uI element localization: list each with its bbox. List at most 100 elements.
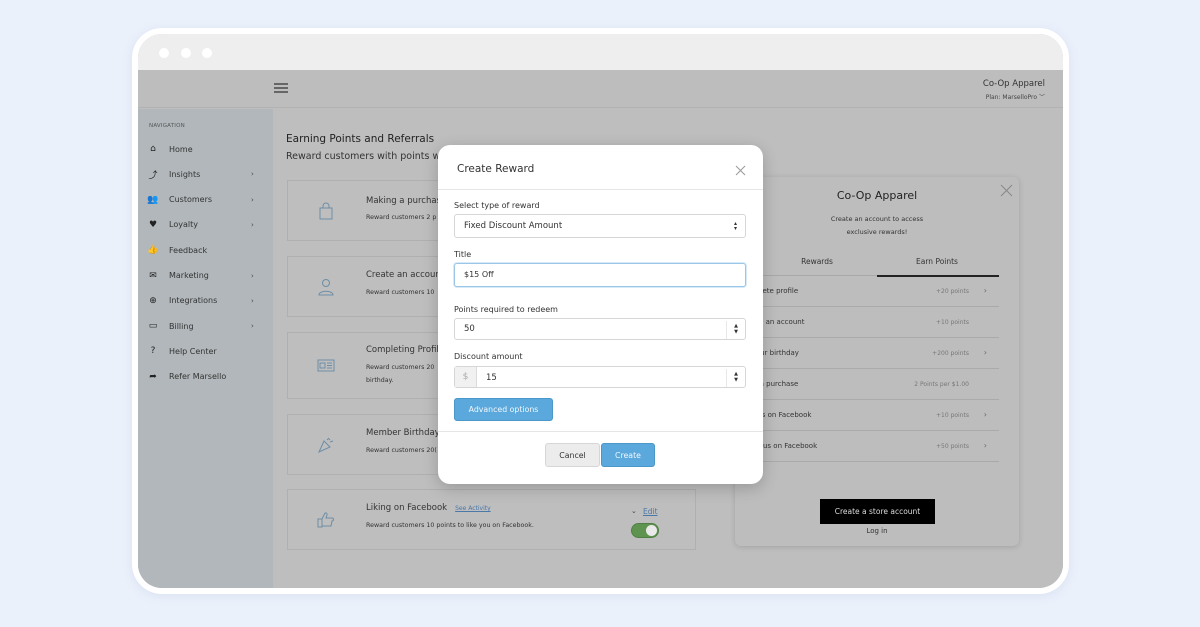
shopping-bag-icon [319, 202, 333, 220]
card-title: Member Birthday [366, 428, 440, 438]
sidebar-item-label: Home [169, 144, 193, 154]
earning-card-facebook-like[interactable]: Liking on Facebook See Activity Reward cu… [287, 489, 696, 550]
points-input[interactable]: 50 ▲ ▼ [454, 318, 746, 340]
login-link[interactable]: Log in [735, 527, 1019, 535]
plus-circle-icon: ⊕ [149, 295, 157, 306]
card-title: Create an account [366, 270, 445, 280]
title-input[interactable]: $15 Off [454, 263, 746, 287]
top-bar: Co-Op Apparel Plan: MarselloPro ﹀ [138, 70, 1063, 108]
window-maximize-dot[interactable] [202, 48, 212, 58]
earn-points-row[interactable]: reate an account +10 points [745, 307, 999, 338]
sidebar-item-insights[interactable]: ⤴ Insights › [138, 164, 273, 184]
close-icon[interactable] [735, 165, 746, 176]
store-name: Co-Op Apparel [982, 79, 1045, 89]
chevron-right-icon: › [983, 286, 987, 295]
card-description: Reward customers 20( [366, 447, 437, 454]
sidebar-item-label: Feedback [169, 245, 208, 255]
chevron-right-icon: › [251, 271, 254, 280]
page-subtitle: Reward customers with points wh [286, 151, 447, 162]
tab-earn-points[interactable]: Earn Points [877, 257, 997, 266]
chevron-right-icon: › [251, 322, 254, 331]
card-description: Reward customers 10 points to like you o… [366, 522, 534, 529]
page-title: Earning Points and Referrals [286, 133, 435, 145]
heart-icon: ♥ [148, 219, 158, 230]
sidebar-item-home[interactable]: ⌂ Home [138, 139, 273, 159]
sidebar-item-label: Refer Marsello [169, 372, 227, 382]
chevron-down-icon: ﹀ [1038, 94, 1045, 101]
reward-type-select[interactable]: Fixed Discount Amount ▴ ▾ [454, 214, 746, 238]
earn-row-points: +10 points [936, 412, 969, 419]
toggle-knob [646, 525, 657, 536]
sidebar-item-label: Help Center [169, 346, 217, 356]
earn-points-row[interactable]: hare us on Facebook +50 points › [745, 431, 999, 462]
trend-icon: ⤴ [148, 170, 158, 181]
title-bar [138, 34, 1063, 70]
sidebar-item-loyalty[interactable]: ♥ Loyalty › [138, 215, 273, 235]
create-reward-modal: Create Reward Select type of reward Fixe… [438, 145, 763, 484]
discount-label: Discount amount [454, 352, 523, 361]
sidebar-item-help-center[interactable]: ? Help Center [138, 341, 273, 361]
earn-points-row[interactable]: ake a purchase 2 Points per $1.00 [745, 369, 999, 400]
sidebar-item-refer-marsello[interactable]: ➦ Refer Marsello [138, 367, 273, 387]
chevron-right-icon: › [983, 410, 987, 419]
modal-header-divider [438, 189, 763, 190]
envelope-icon: ✉ [149, 270, 157, 281]
sidebar-item-marketing[interactable]: ✉ Marketing › [138, 266, 273, 286]
earn-points-row[interactable]: n your birthday +200 points › [745, 338, 999, 369]
earn-points-row[interactable]: omplete profile +20 points › [745, 276, 999, 307]
discount-input-value: 15 [486, 373, 497, 383]
window-close-dot[interactable] [159, 48, 169, 58]
card-title: Making a purchas [366, 196, 442, 206]
number-stepper-icon[interactable]: ▲ ▼ [732, 371, 740, 383]
sidebar-item-label: Customers [169, 195, 213, 205]
sidebar-item-label: Marketing [169, 271, 209, 280]
sidebar: NAVIGATION ⌂ Home ⤴ Insights › 👥 Customers › ♥ Lo… [138, 109, 273, 588]
card-title: Completing Profil [366, 345, 439, 355]
sidebar-item-feedback[interactable]: 👍 Feedback [138, 240, 273, 260]
card-title: Liking on Facebook [366, 503, 448, 513]
modal-footer-divider [438, 431, 763, 432]
window-minimize-dot[interactable] [181, 48, 191, 58]
reward-type-value: Fixed Discount Amount [464, 221, 563, 231]
title-label: Title [454, 250, 472, 259]
sidebar-item-billing[interactable]: ▭ Billing › [138, 316, 273, 336]
earn-row-points: +50 points [936, 443, 969, 450]
thumbs-up-icon: 👍 [147, 245, 159, 256]
card-description-line2: birthday. [366, 377, 394, 384]
tab-rewards[interactable]: Rewards [757, 257, 877, 266]
id-card-icon [317, 359, 335, 372]
create-button[interactable]: Create [601, 443, 655, 467]
chevron-right-icon: › [983, 348, 987, 357]
select-arrows-icon: ▴ ▾ [733, 220, 737, 232]
hamburger-icon[interactable] [274, 83, 288, 93]
sidebar-item-label: Integrations [169, 296, 218, 306]
sidebar-item-integrations[interactable]: ⊕ Integrations › [138, 291, 273, 311]
sidebar-item-customers[interactable]: 👥 Customers › [138, 190, 273, 210]
cancel-button[interactable]: Cancel [545, 443, 600, 467]
earn-row-points: 2 Points per $1.00 [914, 381, 969, 388]
loyalty-widget-preview: Co-Op Apparel Create an account to acces… [735, 177, 1019, 546]
enable-toggle[interactable] [631, 523, 659, 538]
advanced-options-button[interactable]: Advanced options [454, 398, 553, 421]
number-stepper-icon[interactable]: ▲ ▼ [732, 323, 740, 335]
earn-points-row[interactable]: ike us on Facebook +10 points › [745, 400, 999, 431]
sidebar-item-label: Insights [169, 169, 201, 179]
discount-input[interactable]: $ 15 ▲ ▼ [454, 366, 746, 388]
thumbs-up-icon [317, 512, 334, 528]
chevron-right-icon: › [983, 441, 987, 450]
widget-subtitle-line1: Create an account to access [830, 215, 924, 223]
points-input-value: 50 [464, 324, 475, 334]
earn-row-points: +200 points [932, 350, 969, 357]
modal-title: Create Reward [457, 163, 535, 175]
store-switcher[interactable]: Co-Op Apparel Plan: MarselloPro ﹀ [983, 79, 1045, 101]
widget-title: Co-Op Apparel [836, 189, 918, 202]
see-activity-link[interactable]: See Activity [455, 505, 491, 512]
chevron-down-icon[interactable]: ⌄ [631, 507, 637, 515]
chevron-right-icon: › [251, 296, 254, 305]
earn-row-points: +20 points [936, 288, 969, 295]
edit-link[interactable]: Edit [643, 507, 658, 516]
title-input-value: $15 Off [464, 270, 494, 279]
create-store-account-button[interactable]: Create a store account [820, 499, 935, 524]
widget-subtitle-line2: exclusive rewards! [846, 228, 908, 236]
question-circle-icon: ? [150, 346, 156, 357]
